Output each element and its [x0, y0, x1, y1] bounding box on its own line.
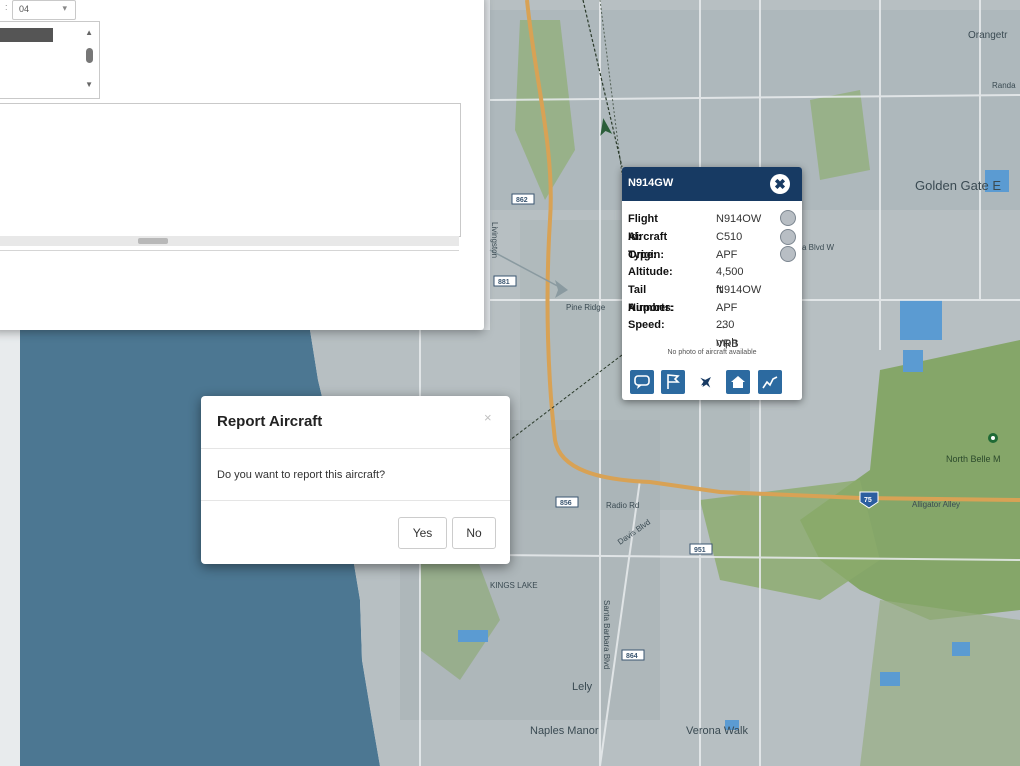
svg-text:951: 951 [694, 547, 706, 554]
map-label-radio-rd: Radio Rd [606, 501, 639, 510]
flag-icon [667, 374, 680, 389]
home-icon [731, 376, 745, 388]
scroll-down-icon[interactable]: ▼ [85, 80, 93, 89]
no-photo-note: No photo of aircraft available [667, 349, 757, 356]
option-listbox[interactable]: ▲ ▼ [0, 21, 100, 99]
no-button[interactable]: No [452, 517, 496, 549]
globe-icon[interactable] [780, 210, 796, 226]
close-icon[interactable]: × [484, 410, 492, 425]
info-key: Altitude: [628, 266, 673, 278]
info-value: APF [716, 249, 738, 261]
horizontal-scrollbar-thumb[interactable] [138, 238, 168, 244]
time-separator: : [5, 2, 8, 12]
home-button[interactable] [726, 370, 750, 394]
svg-text:881: 881 [498, 279, 510, 286]
chat-icon [634, 375, 650, 389]
map-label-verona-walk: Verona Walk [686, 725, 748, 737]
listbox-scrollbar-thumb[interactable] [86, 48, 93, 63]
scroll-up-icon[interactable]: ▲ [85, 28, 93, 37]
chevron-down-icon: ▾ [62, 3, 67, 13]
chart-icon [762, 376, 778, 389]
dialog-message: Do you want to report this aircraft? [217, 469, 386, 481]
map-label-blvd-w: a Blvd W [802, 243, 834, 252]
comment-button[interactable] [630, 370, 654, 394]
aircraft-popup-header: N914GW ✖ [622, 167, 802, 201]
info-value: 230 mph [716, 319, 738, 349]
yes-button[interactable]: Yes [398, 517, 447, 549]
info-value: C510 [716, 231, 743, 243]
info-key: Speed: [628, 319, 665, 331]
form-panel: : 04 ▾ ▲ ▼ [0, 0, 484, 330]
svg-text:862: 862 [516, 197, 528, 204]
map-label-golden-gate: Golden Gate E [915, 178, 1001, 193]
info-value: N914OW [716, 284, 762, 296]
divider [201, 448, 510, 449]
globe-icon[interactable] [780, 229, 796, 245]
divider [201, 500, 510, 501]
svg-text:864: 864 [626, 653, 638, 660]
altitude-chart-button[interactable] [758, 370, 782, 394]
map-label-north-belle: North Belle M [946, 454, 1001, 464]
minute-select-value: 04 [19, 4, 30, 14]
globe-icon[interactable] [780, 246, 796, 262]
map-label-santa-barbara: Santa Barbara Blvd [602, 600, 611, 669]
report-flag-button[interactable] [661, 370, 685, 394]
listbox-selected-item[interactable] [0, 28, 53, 42]
track-aircraft-button[interactable] [694, 370, 718, 394]
info-key: Airports: [628, 302, 675, 314]
aircraft-popup-title: N914GW [628, 177, 674, 189]
divider [0, 250, 459, 251]
map-label-alligator-alley: Alligator Alley [912, 500, 960, 509]
map-label-naples-manor: Naples Manor [530, 725, 599, 737]
minute-select[interactable]: 04 ▾ [12, 0, 76, 20]
svg-text:856: 856 [560, 500, 572, 507]
map-label-randa: Randa [992, 81, 1016, 90]
map-label-kings-lake: KINGS LAKE [490, 581, 538, 590]
map-label-orangetree: Orangetr [968, 30, 1008, 41]
notes-textarea[interactable] [0, 103, 461, 237]
map-label-lely: Lely [572, 681, 593, 693]
horizontal-scrollbar[interactable] [0, 236, 459, 246]
close-icon[interactable]: ✖ [770, 174, 790, 194]
aircraft-info-popup: N914GW ✖ Flight Id: N914OW Aircraft Type… [622, 167, 802, 400]
map-label-pine-ridge: Pine Ridge [566, 303, 606, 312]
info-value: N914OW [716, 213, 762, 225]
info-key: Origin: [628, 249, 665, 261]
plane-icon [700, 377, 711, 388]
svg-text:75: 75 [864, 497, 872, 504]
report-aircraft-dialog: Report Aircraft × Do you want to report … [201, 396, 510, 564]
dialog-title: Report Aircraft [217, 413, 323, 430]
map-label-livingston: Livingston [490, 222, 499, 258]
